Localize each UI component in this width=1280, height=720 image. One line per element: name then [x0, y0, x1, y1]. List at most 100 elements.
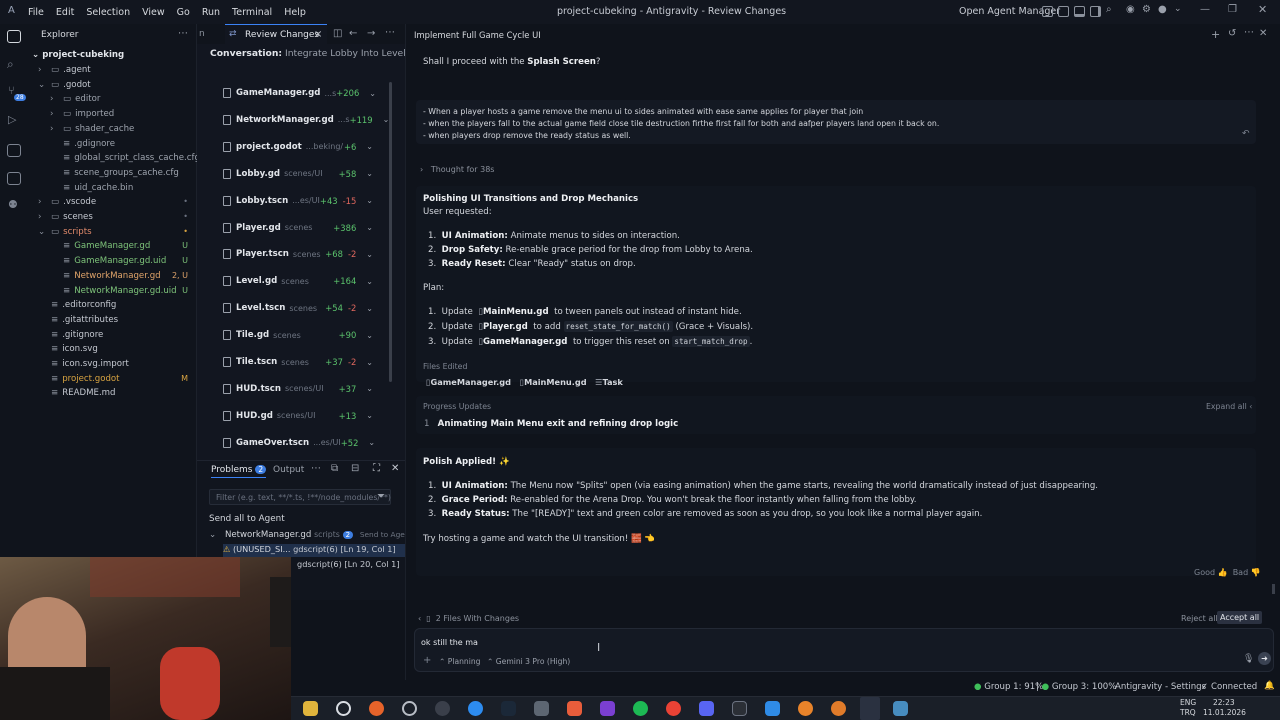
tree-item[interactable]: ≡ README.md [38, 386, 188, 400]
godot-icon[interactable]: ⚉ [8, 198, 18, 211]
mode-select[interactable]: ⌃ Planning [439, 657, 481, 666]
tree-item[interactable]: ≡ .gitignore [38, 328, 188, 342]
tree-item[interactable]: ≡ NetworkManager.gd.uid U [50, 284, 188, 298]
changed-file-row[interactable]: Tile.tscn scenes +37 -2 ⌄ [223, 352, 373, 372]
more-icon[interactable]: ⋯ [311, 463, 321, 474]
edited-file[interactable]: MainMenu.gd [524, 377, 587, 387]
app-icon[interactable] [600, 701, 615, 716]
tab-problems[interactable]: Problems 2 [211, 465, 267, 478]
thumbs-up-icon[interactable]: 👍 [1218, 568, 1228, 577]
undo-icon[interactable]: ↶ [1242, 129, 1250, 139]
changed-file-row[interactable]: GameOver.tscn ...es/UI +52 ⌄ [223, 433, 375, 453]
changed-file-row[interactable]: HUD.gd scenes/UI +13 ⌄ [223, 406, 373, 426]
quota-group3[interactable]: | ● Group 3: 100% [1036, 682, 1116, 692]
accept-all-button[interactable]: Accept all [1217, 611, 1263, 624]
tree-item[interactable]: › ▭ editor [50, 92, 188, 106]
quota-group1[interactable]: ● Group 1: 91% [974, 682, 1043, 692]
keyboard-layout[interactable]: TRQ [1180, 708, 1196, 717]
files-changes-bar[interactable]: ‹ ▯ 2 Files With Changes [418, 614, 519, 623]
tree-item[interactable]: ≡ uid_cache.bin [50, 181, 188, 195]
search-icon[interactable]: ⌕ [1106, 4, 1112, 15]
clock-date[interactable]: 11.01.2026 [1203, 708, 1246, 717]
tab-previous[interactable]: n [199, 29, 205, 39]
problem-row[interactable]: gdscript(6) [Ln 20, Col 1] [297, 559, 400, 569]
tree-item[interactable]: ⌄ ▭ scripts • [38, 225, 188, 239]
extensions-icon[interactable] [7, 172, 21, 185]
thought-toggle[interactable]: › Thought for 38s [420, 165, 494, 174]
tree-item[interactable]: ≡ scene_groups_cache.cfg [50, 166, 188, 180]
maximize-icon[interactable]: ❐ [1228, 4, 1237, 15]
good-button[interactable]: Good [1194, 568, 1215, 577]
firefox-icon[interactable] [369, 701, 384, 716]
menu-view[interactable]: View [142, 7, 165, 18]
chevron-down-icon[interactable]: ⌄ [366, 277, 373, 286]
chevron-down-icon[interactable]: ⌄ [368, 438, 375, 447]
minimize-icon[interactable]: — [1200, 4, 1210, 15]
vscode-icon[interactable] [765, 701, 780, 716]
panel-toggle-icon[interactable] [1074, 6, 1085, 17]
more-actions-icon[interactable]: ⋯ [178, 28, 188, 39]
tree-item[interactable]: › ▭ .agent [38, 63, 188, 77]
notifications-icon[interactable]: 🔔 [1264, 681, 1275, 691]
chevron-down-icon[interactable]: ⌄ [369, 89, 376, 98]
thumbs-down-icon[interactable]: 👎 [1251, 568, 1261, 577]
chevron-down-icon[interactable]: ⌄ [366, 304, 373, 313]
app-icon[interactable] [534, 701, 549, 716]
changed-file-row[interactable]: project.godot ...beking/+6 ⌄ [223, 137, 373, 157]
close-window-icon[interactable]: ✕ [1258, 3, 1267, 16]
remote-explorer-icon[interactable] [7, 144, 21, 157]
copy-icon[interactable]: ⧉ [331, 463, 338, 474]
chevron-down-icon[interactable]: ⌄ [1174, 4, 1182, 14]
app-icon[interactable] [567, 701, 582, 716]
split-editor-icon[interactable]: ◫ [333, 28, 342, 39]
changed-file-row[interactable]: GameManager.gd ...s +206 ⌄ [223, 83, 376, 103]
expand-all-button[interactable]: Expand all ‹ [1206, 402, 1252, 411]
changed-file-row[interactable]: Level.gd scenes +164 ⌄ [223, 271, 373, 291]
menu-terminal[interactable]: Terminal [232, 7, 272, 18]
app-icon[interactable] [435, 701, 450, 716]
chevron-down-icon[interactable]: ⌄ [366, 142, 373, 151]
filter-input[interactable]: Filter (e.g. text, **/*.ts, !**/node_mod… [209, 489, 391, 505]
tree-item[interactable]: ≡ GameManager.gd U [50, 239, 188, 253]
step-file[interactable]: GameManager.gd [483, 337, 567, 347]
changed-file-row[interactable]: Level.tscn scenes +54 -2 ⌄ [223, 298, 373, 318]
file-explorer-icon[interactable] [303, 701, 318, 716]
keyboard-lang[interactable]: ENG [1180, 698, 1196, 707]
tree-item[interactable]: ≡ .editorconfig [38, 298, 188, 312]
edited-file[interactable]: Task [602, 377, 622, 387]
send-button[interactable]: ➜ [1258, 652, 1271, 665]
close-tab-icon[interactable]: × [314, 29, 322, 40]
new-chat-icon[interactable]: + [1211, 28, 1220, 41]
more-icon[interactable]: ⋯ [385, 27, 395, 38]
model-select[interactable]: ⌃ Gemini 3 Pro (High) [487, 657, 570, 666]
tree-item[interactable]: › ▭ imported [50, 107, 188, 121]
menu-help[interactable]: Help [284, 7, 306, 18]
tree-item[interactable]: ≡ .gdignore [50, 137, 188, 151]
app-icon[interactable] [402, 701, 417, 716]
send-to-agent-button[interactable]: Send to Agen [360, 530, 410, 539]
changed-file-row[interactable]: Player.tscn scenes +68 -2 ⌄ [223, 244, 373, 264]
changed-file-row[interactable]: NetworkManager.gd ...s +119 ⌄ [223, 110, 389, 130]
settings-icon[interactable]: ⚙ [1142, 4, 1151, 15]
chevron-down-icon[interactable]: ⌄ [366, 384, 373, 393]
chrome-icon[interactable] [666, 701, 681, 716]
tree-item[interactable]: › ▭ .vscode • [38, 195, 188, 209]
run-debug-icon[interactable]: ▷ [8, 113, 16, 126]
menu-go[interactable]: Go [177, 7, 190, 18]
clock-icon[interactable] [336, 701, 351, 716]
tree-item[interactable]: › ▭ shader_cache [50, 122, 188, 136]
tab-output[interactable]: Output [273, 465, 304, 475]
tree-item[interactable]: ⌄ ▭ .godot [38, 78, 188, 92]
account-icon[interactable]: ◉ [1126, 4, 1135, 15]
tree-root[interactable]: ⌄ project-cubeking [32, 48, 124, 62]
antigravity-taskbar-icon[interactable] [860, 697, 880, 720]
split-icon[interactable] [1058, 6, 1069, 17]
step-file[interactable]: Player.gd [483, 322, 528, 332]
send-all-to-agent[interactable]: Send all to Agent [209, 514, 285, 524]
tree-item[interactable]: ≡ NetworkManager.gd 2, U [50, 269, 188, 283]
tree-item[interactable]: ≡ project.godot M [38, 372, 188, 386]
layout-icon[interactable] [1042, 6, 1053, 17]
changed-file-row[interactable]: Lobby.gd scenes/UI +58 ⌄ [223, 164, 373, 184]
clock-time[interactable]: 22:23 [1213, 698, 1235, 707]
tree-item[interactable]: ≡ GameManager.gd.uid U [50, 254, 188, 268]
